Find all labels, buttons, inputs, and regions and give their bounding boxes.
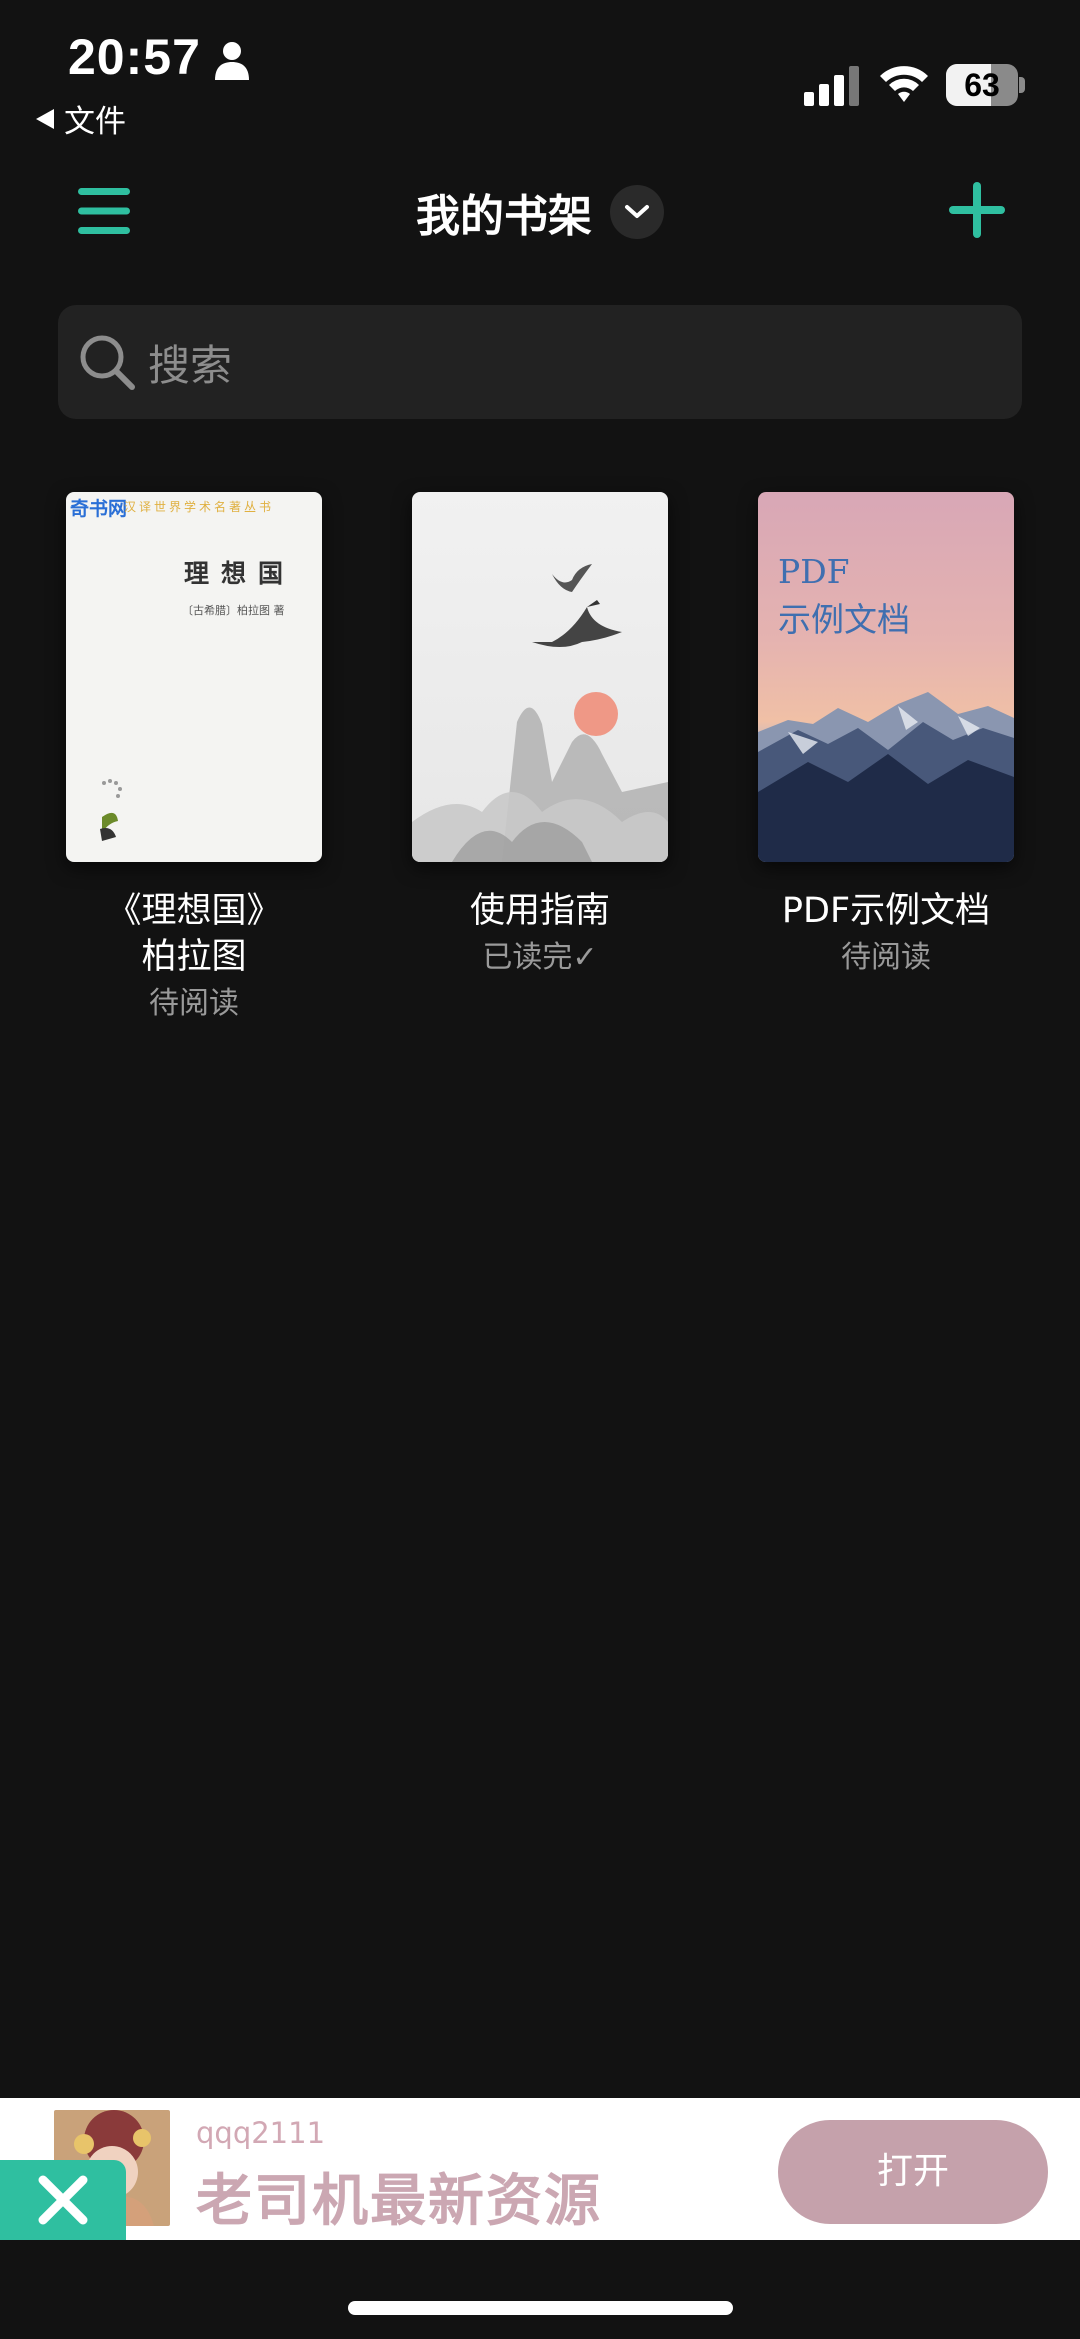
- book-title-line: 使用指南: [469, 891, 610, 931]
- search-input[interactable]: 搜索: [58, 305, 1022, 419]
- book-status: 已读完✓: [482, 940, 598, 975]
- cover-author: 〔古希腊〕柏拉图 著: [182, 604, 285, 617]
- publisher-logo: [100, 779, 122, 841]
- book-cover[interactable]: 奇书网 汉译世界学术名著丛书 理想国 〔古希腊〕柏拉图 著: [66, 492, 322, 862]
- back-triangle-icon: [36, 108, 54, 129]
- ad-username: qqq2111: [196, 2116, 326, 2150]
- ad-open-button[interactable]: 打开: [778, 2120, 1048, 2224]
- book-title: 使用指南: [412, 888, 668, 934]
- battery-icon: 63: [946, 64, 1025, 106]
- book-item[interactable]: 奇书网 汉译世界学术名著丛书 理想国 〔古希腊〕柏拉图 著 《理想国》 柏拉图 …: [66, 492, 322, 1026]
- shelf-title-dropdown[interactable]: 我的书架: [0, 180, 1080, 244]
- ad-banner[interactable]: qqq2111 老司机最新资源 打开: [0, 2098, 1080, 2240]
- book-title-line: 《理想国》: [106, 891, 282, 931]
- person-icon: [215, 42, 249, 80]
- search-icon: [80, 335, 135, 390]
- back-label: 文件: [64, 104, 126, 140]
- cover-series-label: 汉译世界学术名著丛书: [124, 500, 275, 514]
- book-item[interactable]: 使用指南 已读完✓: [412, 492, 668, 980]
- plus-icon[interactable]: [949, 182, 1005, 238]
- book-cover[interactable]: [412, 492, 668, 862]
- status-bar: 20:57 文件 63: [0, 0, 1080, 140]
- close-icon[interactable]: [0, 2160, 126, 2240]
- book-title: PDF示例文档: [758, 888, 1014, 934]
- book-title: 《理想国》 柏拉图: [66, 888, 322, 980]
- book-item[interactable]: PDF 示例文档 PDF示例文档 待阅读: [758, 492, 1014, 980]
- wifi-icon: [880, 66, 928, 102]
- back-to-files-link[interactable]: 文件: [36, 96, 126, 141]
- signal-icon: [804, 66, 859, 106]
- cover-title: 理想国: [184, 559, 296, 588]
- page-title: 我的书架: [416, 191, 592, 242]
- book-status: 待阅读: [149, 986, 239, 1021]
- book-cover[interactable]: PDF 示例文档: [758, 492, 1014, 862]
- book-author-line: 柏拉图: [141, 937, 247, 977]
- cover-site-label: 奇书网: [70, 498, 128, 520]
- book-title-line: PDF示例文档: [781, 891, 991, 931]
- status-time: 20:57: [68, 29, 201, 85]
- chevron-down-icon[interactable]: [610, 185, 664, 239]
- book-status: 待阅读: [841, 940, 931, 975]
- mountain-illustration: [758, 692, 1014, 862]
- search-placeholder: 搜索: [148, 340, 233, 390]
- battery-level: 63: [964, 67, 1000, 103]
- ad-title: 老司机最新资源: [196, 2169, 602, 2234]
- ink-landscape-illustration: [412, 564, 668, 862]
- home-indicator[interactable]: [348, 2301, 733, 2315]
